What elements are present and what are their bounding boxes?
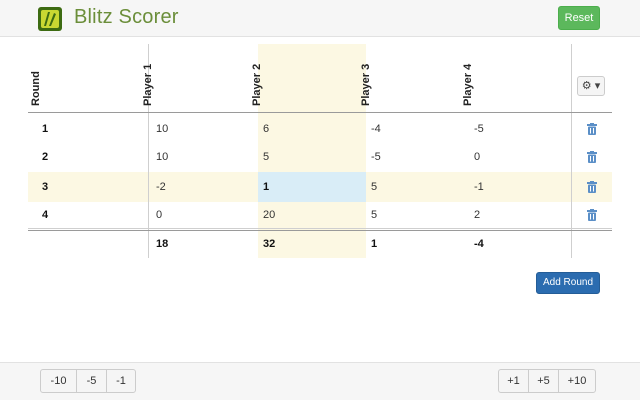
selected-score-value[interactable]: 1 (263, 180, 269, 194)
reset-button[interactable]: Reset (558, 6, 600, 30)
trash-icon[interactable] (587, 123, 597, 135)
score-cell[interactable]: -5 (474, 122, 484, 136)
gear-icon: ⚙ (581, 80, 592, 92)
minus-10-button[interactable]: -10 (41, 370, 77, 392)
player-header[interactable]: Player 3 (360, 44, 382, 108)
settings-dropdown-button[interactable]: ⚙ ▾ (577, 76, 605, 96)
increment-button-group: +1 +5 +10 (498, 369, 596, 393)
trash-icon[interactable] (587, 151, 597, 163)
app-title: Blitz Scorer (74, 6, 179, 28)
score-cell[interactable]: 10 (156, 122, 168, 136)
add-round-button[interactable]: Add Round (536, 272, 600, 294)
score-cell[interactable]: 0 (474, 150, 480, 164)
round-number: 1 (42, 123, 49, 135)
round-number: 2 (42, 151, 49, 163)
score-table: Round Player 1 Player 2 Player 3 Player … (28, 44, 612, 258)
round-number: 4 (42, 209, 49, 221)
score-cell[interactable]: 20 (263, 208, 275, 222)
player-total: 32 (263, 238, 276, 250)
column-divider (571, 44, 572, 258)
app-logo-icon (38, 7, 62, 31)
player-header[interactable]: Player 1 (142, 44, 164, 108)
player-total: -4 (474, 238, 484, 250)
decrement-button-group: -10 -5 -1 (40, 369, 136, 393)
trash-icon[interactable] (587, 181, 597, 193)
score-cell[interactable]: 2 (474, 208, 480, 222)
score-cell[interactable]: -1 (474, 180, 484, 194)
score-cell[interactable]: -2 (156, 180, 166, 194)
score-cell[interactable]: 5 (371, 180, 377, 194)
totals-divider (28, 228, 612, 229)
selected-player-column (258, 44, 366, 258)
round-number: 3 (42, 181, 49, 193)
caret-down-icon: ▾ (594, 80, 601, 92)
minus-1-button[interactable]: -1 (107, 370, 135, 392)
score-cell[interactable]: 0 (156, 208, 162, 222)
header-divider (28, 112, 612, 113)
totals-divider (28, 230, 612, 231)
minus-5-button[interactable]: -5 (77, 370, 107, 392)
score-cell[interactable]: 6 (263, 122, 269, 136)
score-cell[interactable]: 5 (371, 208, 377, 222)
player-total: 18 (156, 238, 169, 250)
score-cell[interactable]: 10 (156, 150, 168, 164)
plus-10-button[interactable]: +10 (559, 370, 595, 392)
score-cell[interactable]: -5 (371, 150, 381, 164)
trash-icon[interactable] (587, 209, 597, 221)
top-bar: Blitz Scorer Reset (0, 0, 640, 37)
score-cell[interactable]: 5 (263, 150, 269, 164)
player-header[interactable]: Player 4 (462, 44, 484, 108)
player-total: 1 (371, 238, 378, 250)
player-header[interactable]: Player 2 (251, 44, 273, 108)
selected-score-cell (258, 172, 366, 202)
round-header: Round (30, 71, 42, 106)
score-cell[interactable]: -4 (371, 122, 381, 136)
plus-1-button[interactable]: +1 (499, 370, 529, 392)
plus-5-button[interactable]: +5 (529, 370, 559, 392)
